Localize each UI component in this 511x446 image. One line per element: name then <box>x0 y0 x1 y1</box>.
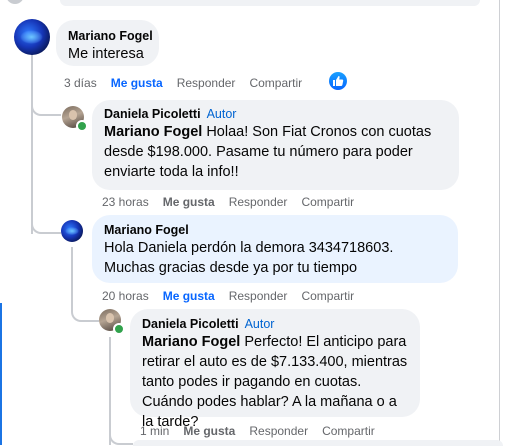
share-button[interactable]: Compartir <box>322 424 375 438</box>
reply-button[interactable]: Responder <box>229 195 288 209</box>
previous-comment-bubble <box>60 0 480 6</box>
avatar-mariano-fogel[interactable] <box>61 220 83 242</box>
reply-button[interactable]: Responder <box>177 76 236 90</box>
comment-bubble: Mariano Fogel Me interesa <box>56 20 159 66</box>
timestamp[interactable]: 3 días <box>64 76 97 90</box>
timestamp[interactable]: 20 horas <box>102 289 149 303</box>
thread-connector <box>109 429 133 445</box>
thread-connector <box>31 98 61 116</box>
avatar <box>6 0 24 4</box>
comment-author: Daniela Picoletti Autor <box>142 316 408 332</box>
comment-bubble: Daniela Picoletti Autor Mariano Fogel Hol… <box>92 100 459 190</box>
mention-link[interactable]: Mariano Fogel <box>142 334 240 350</box>
like-button[interactable]: Me gusta <box>111 76 163 90</box>
author-name[interactable]: Daniela Picoletti <box>104 107 201 121</box>
timestamp[interactable]: 1 min <box>140 424 169 438</box>
reply-button[interactable]: Responder <box>249 424 308 438</box>
like-button[interactable]: Me gusta <box>163 195 215 209</box>
thumbs-up-icon[interactable] <box>329 72 347 90</box>
thread-line <box>31 54 33 234</box>
mention-link[interactable]: Mariano Fogel <box>104 124 202 140</box>
comment-bubble: Mariano Fogel Hola Daniela perdón la dem… <box>92 215 458 283</box>
comment-text: Mariano Fogel Holaa! Son Fiat Cronos con… <box>104 122 447 182</box>
comment-text: Hola Daniela perdón la demora 3434718603… <box>104 240 394 276</box>
comment-author: Daniela Picoletti Autor <box>104 106 447 122</box>
comment-actions: 20 horas Me gusta Responder Compartir <box>102 288 368 304</box>
reply-button[interactable]: Responder <box>229 289 288 303</box>
comment-text: Mariano Fogel Perfecto! El anticipo para… <box>142 332 408 432</box>
comment-author[interactable]: Mariano Fogel <box>104 222 446 238</box>
comment-actions: 1 min Me gusta Responder Compartir <box>140 423 389 439</box>
online-indicator <box>113 323 125 335</box>
thread-connector <box>71 296 99 322</box>
focus-indicator <box>0 303 2 445</box>
timestamp[interactable]: 23 horas <box>102 195 149 209</box>
online-indicator <box>76 120 88 132</box>
share-button[interactable]: Compartir <box>249 76 302 90</box>
comment-actions: 23 horas Me gusta Responder Compartir <box>102 194 368 210</box>
comment-bubble: Daniela Picoletti Autor Mariano Fogel Per… <box>130 309 420 430</box>
author-name[interactable]: Daniela Picoletti <box>142 317 239 331</box>
like-button[interactable]: Me gusta <box>183 424 235 438</box>
avatar-mariano-fogel[interactable] <box>14 19 50 55</box>
author-badge: Autor <box>244 317 275 331</box>
previous-comment-edge <box>6 0 511 7</box>
comment-text: Me interesa <box>68 46 144 62</box>
share-button[interactable]: Compartir <box>301 289 354 303</box>
comment-author[interactable]: Mariano Fogel <box>68 28 153 44</box>
like-button[interactable]: Me gusta <box>163 289 215 303</box>
share-button[interactable]: Compartir <box>301 195 354 209</box>
next-comment-edge <box>133 440 503 446</box>
scrollbar-track[interactable] <box>499 0 500 445</box>
thread-connector <box>31 214 61 234</box>
author-badge: Autor <box>206 107 237 121</box>
comment-actions: 3 días Me gusta Responder Compartir <box>64 75 316 91</box>
